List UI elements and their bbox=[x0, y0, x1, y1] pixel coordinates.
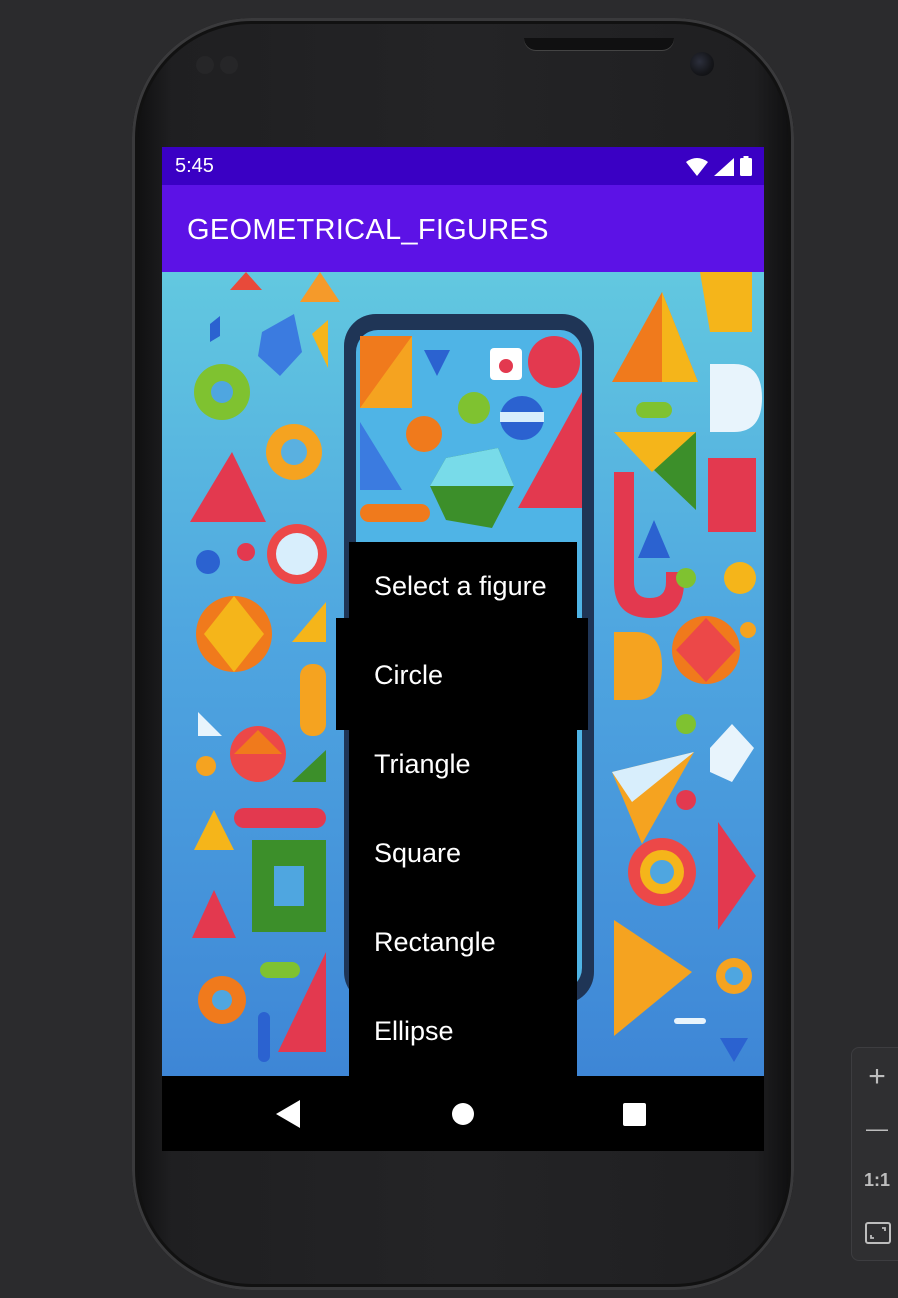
dropdown-option-circle[interactable]: Circle bbox=[349, 631, 577, 720]
status-time: 5:45 bbox=[175, 155, 214, 177]
wifi-icon bbox=[686, 158, 708, 176]
dropdown-option-ellipse[interactable]: Ellipse bbox=[349, 987, 577, 1076]
back-icon[interactable] bbox=[276, 1100, 300, 1128]
status-icons bbox=[686, 156, 752, 176]
light-sensor bbox=[220, 56, 238, 74]
navigation-bar bbox=[162, 1076, 764, 1151]
fit-screen-icon[interactable] bbox=[865, 1222, 891, 1244]
cellular-signal-icon bbox=[714, 158, 734, 176]
dropdown-option-label: Ellipse bbox=[374, 1016, 454, 1046]
actual-size-button[interactable]: 1:1 bbox=[852, 1170, 898, 1191]
battery-icon bbox=[740, 156, 752, 176]
device-screen: 5:45 GEOMETRICAL_FIGURES Select a figure… bbox=[162, 147, 764, 1151]
front-camera bbox=[690, 52, 714, 76]
home-icon[interactable] bbox=[451, 1102, 475, 1126]
dropdown-option-select-a-figure[interactable]: Select a figure bbox=[349, 542, 577, 631]
status-bar: 5:45 bbox=[162, 147, 764, 185]
dropdown-option-label: Circle bbox=[374, 660, 444, 690]
figure-dropdown-menu: Select a figure Circle Triangle Square R… bbox=[349, 542, 577, 1076]
dropdown-option-label: Select a figure bbox=[374, 571, 547, 601]
zoom-in-button[interactable]: + bbox=[852, 1060, 898, 1094]
dropdown-option-square[interactable]: Square bbox=[349, 809, 577, 898]
dropdown-option-label: Triangle bbox=[374, 749, 471, 779]
proximity-sensor bbox=[196, 56, 214, 74]
dropdown-option-triangle[interactable]: Triangle bbox=[349, 720, 577, 809]
dropdown-option-label: Square bbox=[374, 838, 462, 868]
zoom-out-button[interactable]: — bbox=[852, 1116, 898, 1142]
overview-icon[interactable] bbox=[623, 1103, 646, 1126]
emulator-zoom-controls: + — 1:1 bbox=[851, 1047, 898, 1261]
dropdown-option-label: Rectangle bbox=[374, 927, 496, 957]
earpiece-speaker bbox=[524, 38, 674, 50]
dropdown-option-rectangle[interactable]: Rectangle bbox=[349, 898, 577, 987]
app-bar: GEOMETRICAL_FIGURES bbox=[162, 185, 764, 272]
emulator-stage: 5:45 GEOMETRICAL_FIGURES Select a figure… bbox=[0, 0, 898, 1298]
app-title: GEOMETRICAL_FIGURES bbox=[187, 214, 549, 246]
